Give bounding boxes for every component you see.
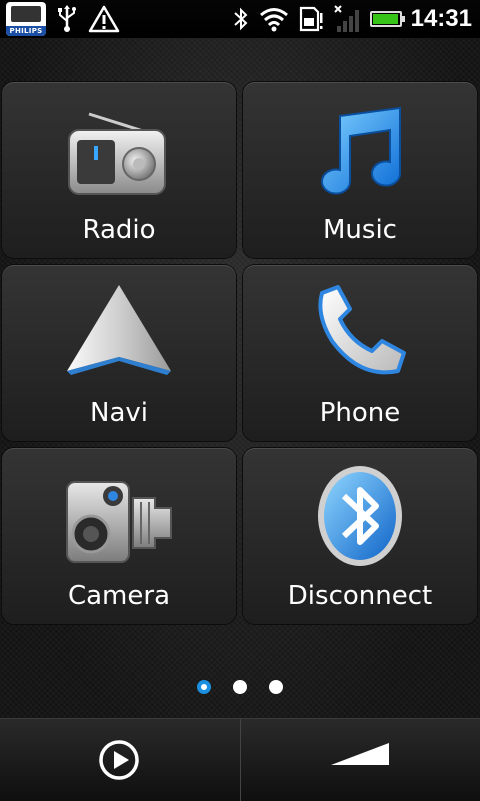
speed-camera-icon — [66, 481, 172, 563]
tile-phone[interactable]: Phone — [243, 265, 477, 441]
bluetooth-icon — [233, 7, 248, 31]
status-bar: PHILIPS 14:31 — [0, 0, 480, 38]
tile-label: Camera — [67, 581, 171, 611]
music-note-icon — [321, 106, 401, 195]
no-signal-icon — [333, 5, 359, 32]
status-bar-left: PHILIPS — [6, 2, 120, 36]
status-bar-right: 14:31 — [232, 2, 472, 36]
device-icon — [11, 6, 41, 22]
tile-radio[interactable]: Radio — [2, 82, 236, 258]
philips-app-icon: PHILIPS — [6, 2, 46, 36]
tile-music[interactable]: Music — [243, 82, 477, 258]
tile-disconnect[interactable]: Disconnect — [243, 448, 477, 624]
usb-icon — [58, 5, 76, 32]
page-dot-2[interactable] — [233, 680, 247, 694]
tile-label: Navi — [90, 398, 148, 428]
bluetooth-disconnect-icon — [318, 466, 402, 566]
wifi-icon — [259, 8, 288, 32]
page-dot-3[interactable] — [269, 680, 283, 694]
tile-label: Radio — [82, 215, 156, 245]
tile-label: Disconnect — [287, 581, 433, 611]
page-dot-1[interactable] — [197, 680, 211, 694]
battery-icon — [369, 11, 405, 27]
navigation-arrow-icon — [67, 285, 171, 375]
radio-icon — [68, 112, 166, 195]
status-time: 14:31 — [410, 5, 472, 32]
bottom-bar — [0, 718, 480, 801]
play-icon — [99, 740, 139, 780]
warning-icon — [88, 5, 120, 33]
volume-ramp-icon — [331, 743, 389, 765]
tile-label: Phone — [319, 398, 401, 428]
tile-label: Music — [323, 215, 397, 245]
page-indicator — [0, 680, 480, 694]
sd-card-icon — [299, 6, 323, 32]
tile-camera[interactable]: Camera — [2, 448, 236, 624]
phone-handset-icon — [318, 285, 406, 375]
battery-fill — [372, 14, 398, 24]
play-button[interactable] — [0, 719, 240, 801]
philips-brand-label: PHILIPS — [6, 26, 46, 36]
tile-navi[interactable]: Navi — [2, 265, 236, 441]
volume-button[interactable] — [241, 719, 480, 801]
